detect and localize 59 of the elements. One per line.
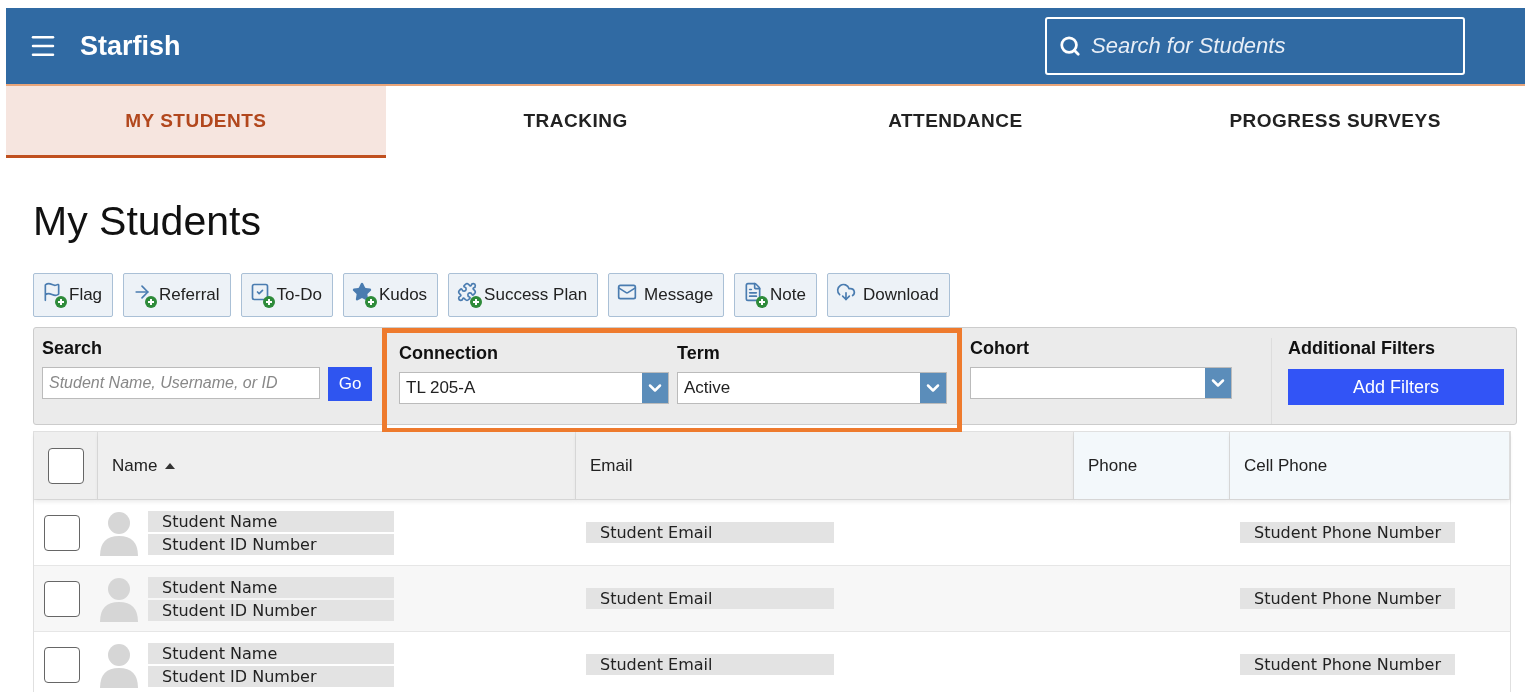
dropdown[interactable]: Active [677,372,947,404]
avatar-icon [98,575,140,622]
toolbar-button[interactable]: Download [827,273,950,317]
student-email: Student Email [586,588,834,609]
student-name: Student Name [148,642,394,664]
column-header[interactable]: Email [590,455,633,476]
student-id: Student ID Number [148,665,394,687]
page-title: My Students [33,198,262,245]
action-icon [249,282,275,308]
filter-label: Connection [399,343,499,364]
filter-label: Search [42,338,104,359]
chevron-down-icon [920,373,946,403]
student-email: Student Email [586,654,834,675]
column-header[interactable]: Phone [1088,455,1138,476]
toolbar-button[interactable]: Success Plan [448,273,599,317]
filter-label: Cohort [970,338,1030,359]
avatar-icon [98,641,140,688]
search-input[interactable]: Search for Students [1089,32,1451,60]
student-name: Student Name [148,576,394,598]
go-button[interactable]: Go [328,367,372,401]
toolbar-button[interactable]: To-Do [240,273,333,317]
student-phone: Student Phone Number [1240,522,1455,543]
toolbar-button[interactable]: Message [608,273,725,317]
checkbox[interactable] [44,580,80,617]
action-icon [42,282,67,308]
app-name: Starfish [80,30,181,62]
column-header[interactable]: Name [112,455,158,476]
checkbox[interactable] [48,447,84,484]
student-phone: Student Phone Number [1240,588,1455,609]
action-icon [351,282,377,308]
search-icon [1059,35,1081,57]
toolbar-button[interactable]: Note [734,273,817,317]
toolbar-button[interactable]: Kudos [342,273,439,317]
chevron-down-icon [642,373,668,403]
action-icon [457,282,483,308]
checkbox[interactable] [44,514,80,551]
avatar-icon [98,509,140,556]
action-icon [743,282,769,308]
student-id: Student ID Number [148,599,394,621]
search-field[interactable]: Search for Students [1045,17,1465,75]
chevron-down-icon [1205,368,1231,398]
student-name: Student Name [148,510,394,532]
checkbox[interactable] [44,646,80,683]
toolbar-button[interactable]: Referral [123,273,231,317]
student-email: Student Email [586,522,834,543]
student-phone: Student Phone Number [1240,654,1455,675]
dropdown-value: TL 205-A [405,377,477,399]
search-input[interactable]: Student Name, Username, or ID [42,367,320,399]
action-icon [132,282,158,308]
toolbar-button[interactable]: Flag [33,273,114,317]
dropdown[interactable] [970,367,1232,399]
dropdown[interactable]: TL 205-A [399,372,669,404]
add-filters-button[interactable]: Add Filters [1288,369,1504,405]
dropdown-value: Active [683,377,732,399]
student-id: Student ID Number [148,533,394,555]
filter-label: Additional Filters [1288,338,1436,359]
filter-label: Term [677,343,721,364]
nav-tab[interactable]: MY STUDENTS [6,86,386,158]
column-header[interactable]: Cell Phone [1244,455,1328,476]
